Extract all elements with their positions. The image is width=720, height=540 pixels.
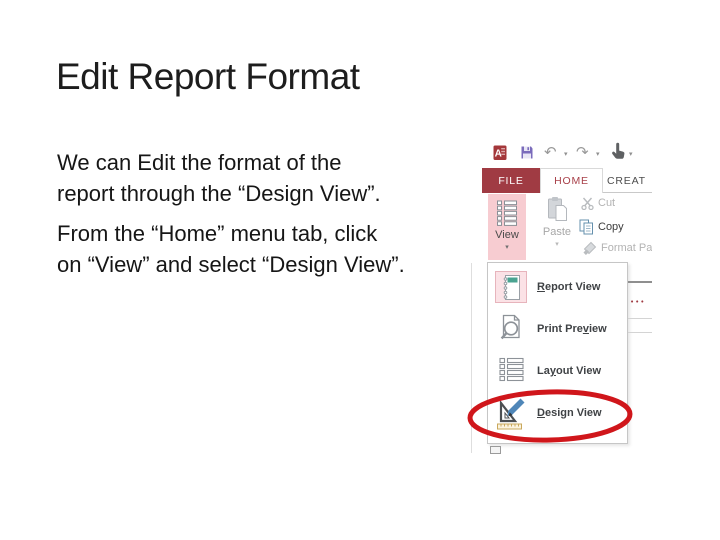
touch-mode-caret-icon[interactable]: ▾ xyxy=(629,151,633,158)
tab-file[interactable]: FILE xyxy=(482,168,540,193)
tab-create[interactable]: CREAT xyxy=(607,168,646,193)
view-button[interactable]: View ▾ xyxy=(488,194,526,260)
copy-button[interactable]: Copy xyxy=(579,219,624,235)
format-painter-icon xyxy=(583,241,597,255)
tab-row-divider xyxy=(603,192,652,193)
view-button-label: View xyxy=(495,229,519,241)
undo-icon[interactable]: ↶ xyxy=(544,145,557,160)
svg-text:A: A xyxy=(495,149,502,160)
save-icon[interactable] xyxy=(520,145,534,165)
touch-mode-icon[interactable] xyxy=(610,142,626,165)
background-ellipsis-dots: ••• xyxy=(630,298,646,306)
body-line: From the “Home” menu tab, click xyxy=(57,221,378,246)
menu-item-report-view[interactable]: Report View xyxy=(488,266,627,308)
format-painter-label: Format Pa xyxy=(601,241,652,254)
red-circle-annotation xyxy=(467,389,633,443)
background-divider xyxy=(628,281,652,283)
copy-icon xyxy=(579,219,593,235)
redo-dropdown-caret-icon[interactable]: ▾ xyxy=(596,151,600,158)
layout-view-icon-cell xyxy=(493,356,529,386)
undo-dropdown-caret-icon[interactable]: ▾ xyxy=(564,151,568,158)
menu-item-print-preview[interactable]: Print Preview xyxy=(488,308,627,350)
clipped-icon-fragment xyxy=(490,446,501,454)
menu-item-layout-view[interactable]: Layout View xyxy=(488,350,627,392)
print-preview-icon xyxy=(500,314,520,339)
cut-icon xyxy=(581,197,594,210)
view-icon xyxy=(497,200,517,226)
paste-button[interactable]: Paste ▾ xyxy=(538,196,576,258)
report-view-icon xyxy=(503,274,520,300)
background-divider xyxy=(628,332,652,333)
access-app-icon: A xyxy=(493,144,507,166)
paste-dropdown-caret-icon: ▾ xyxy=(555,240,559,248)
menu-item-label: Report View xyxy=(537,281,601,293)
menu-item-label: Layout View xyxy=(537,365,601,377)
body-line: on “View” and select “Design View”. xyxy=(57,252,405,277)
cut-label: Cut xyxy=(598,197,616,209)
paste-icon xyxy=(548,197,567,221)
body-line: We can Edit the format of the xyxy=(57,150,342,175)
paragraph: We can Edit the format of the report thr… xyxy=(57,147,487,209)
tab-home[interactable]: HOME xyxy=(540,168,603,193)
format-painter-button[interactable]: Format Pa xyxy=(583,241,652,255)
paragraph: From the “Home” menu tab, click on “View… xyxy=(57,218,487,280)
report-view-icon-cell xyxy=(493,271,529,303)
view-dropdown-caret-icon: ▾ xyxy=(505,243,509,251)
menu-item-label: Print Preview xyxy=(537,323,607,335)
background-divider xyxy=(628,318,652,319)
print-preview-icon-cell xyxy=(493,314,529,345)
slide-body-text: We can Edit the format of the report thr… xyxy=(57,147,487,289)
copy-label: Copy xyxy=(598,220,624,233)
cut-button[interactable]: Cut xyxy=(581,197,615,210)
report-view-selected-highlight xyxy=(495,271,527,303)
redo-icon[interactable]: ↷ xyxy=(576,145,589,160)
paste-button-label: Paste xyxy=(542,226,572,238)
page-title: Edit Report Format xyxy=(56,56,360,97)
layout-view-icon xyxy=(498,357,524,382)
body-line: report through the “Design View”. xyxy=(57,181,381,206)
